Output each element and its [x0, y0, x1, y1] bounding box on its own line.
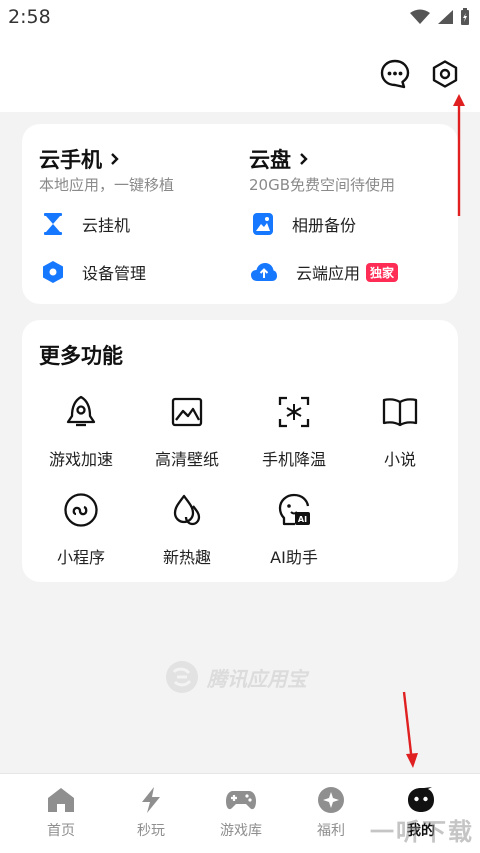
- nav-welfare[interactable]: 福利: [283, 786, 379, 840]
- more-features-title: 更多功能: [39, 344, 123, 368]
- feature-mini-program[interactable]: 小程序: [31, 490, 131, 568]
- feature-new-fun[interactable]: 新热趣: [137, 490, 237, 568]
- status-icons: [410, 8, 470, 26]
- snowflake-frame-icon: [278, 396, 310, 428]
- cloud-upload-icon: [251, 263, 277, 281]
- gamepad-icon: [226, 791, 256, 810]
- mini-program-icon: [64, 493, 98, 527]
- cloud-hangup-label: 云挂机: [82, 216, 131, 235]
- settings-hexagon-icon: [432, 60, 458, 88]
- status-bar: 2:58: [0, 0, 480, 36]
- lightning-icon: [142, 787, 160, 813]
- feature-phone-cooling-label: 手机降温: [261, 450, 326, 469]
- chevron-right-icon: [300, 153, 308, 165]
- tencent-watermark-text: 腾讯应用宝: [207, 666, 307, 691]
- corner-watermark: 一听下载: [370, 818, 474, 846]
- status-time: 2:58: [8, 6, 51, 28]
- message-button[interactable]: [375, 54, 415, 94]
- svg-text:AI: AI: [298, 515, 307, 524]
- nav-game-library[interactable]: 游戏库: [193, 786, 289, 840]
- feature-novel[interactable]: 小说: [350, 392, 450, 470]
- cloud-disk-title-text: 云盘: [249, 148, 291, 172]
- wifi-icon: [410, 9, 430, 24]
- ai-assistant-icon: AI: [278, 493, 310, 526]
- device-management-label: 设备管理: [82, 264, 147, 283]
- cloud-services-card: 云手机 本地应用，一键移植 云盘 20GB免费空间待使用 云挂机 相册备份 设备…: [22, 124, 458, 304]
- cloud-phone-title[interactable]: 云手机: [39, 144, 120, 174]
- tencent-appstore-logo-icon: [166, 661, 198, 693]
- nav-instant-play[interactable]: 秒玩: [103, 786, 199, 840]
- sparkle-circle-icon: [318, 787, 344, 813]
- tencent-watermark: 腾讯应用宝: [165, 660, 307, 694]
- signal-icon: [438, 10, 453, 24]
- photo-album-icon: [253, 213, 273, 235]
- album-backup-label: 相册备份: [292, 216, 357, 235]
- image-icon: [171, 397, 203, 427]
- feature-hd-wallpaper[interactable]: 高清壁纸: [137, 392, 237, 470]
- cloud-hangup-item[interactable]: 云挂机: [42, 212, 130, 236]
- nav-home[interactable]: 首页: [13, 786, 109, 840]
- rocket-icon: [66, 395, 96, 427]
- home-icon: [48, 788, 74, 812]
- book-icon: [382, 398, 418, 427]
- cloud-phone-subtitle: 本地应用，一键移植: [39, 176, 175, 194]
- red-arrow-down-icon: [402, 691, 418, 768]
- top-bar: [0, 36, 480, 112]
- chevron-right-icon: [111, 153, 119, 165]
- feature-new-fun-label: 新热趣: [162, 548, 211, 567]
- cloud-disk-subtitle: 20GB免费空间待使用: [249, 176, 396, 194]
- feature-phone-cooling[interactable]: 手机降温: [244, 392, 344, 470]
- feature-game-boost[interactable]: 游戏加速: [31, 392, 131, 470]
- nav-home-label: 首页: [47, 823, 75, 839]
- chat-bubble-icon: [380, 59, 410, 89]
- cloud-phone-title-text: 云手机: [39, 148, 102, 172]
- drops-icon: [173, 494, 201, 526]
- feature-hd-wallpaper-label: 高清壁纸: [154, 450, 219, 469]
- album-backup-item[interactable]: 相册备份: [252, 212, 356, 236]
- battery-icon: [461, 8, 469, 25]
- settings-button[interactable]: [425, 54, 465, 94]
- feature-novel-label: 小说: [383, 450, 416, 469]
- more-features-card: 更多功能 游戏加速 高清壁纸 手机降温 小说 小程序 新热趣 AI AI助手: [22, 320, 458, 582]
- feature-ai-assistant[interactable]: AI AI助手: [244, 490, 344, 568]
- nav-welfare-label: 福利: [317, 823, 345, 839]
- mine-face-icon: [408, 787, 434, 812]
- nav-instant-play-label: 秒玩: [137, 823, 165, 839]
- cloud-apps-label: 云端应用: [296, 264, 361, 283]
- nav-game-library-label: 游戏库: [220, 823, 262, 839]
- feature-ai-assistant-label: AI助手: [270, 548, 318, 567]
- feature-mini-program-label: 小程序: [56, 548, 105, 567]
- feature-game-boost-label: 游戏加速: [48, 450, 113, 469]
- hourglass-icon: [44, 213, 62, 235]
- device-management-item[interactable]: 设备管理: [42, 260, 146, 284]
- device-hexagon-icon: [43, 261, 63, 283]
- cloud-disk-title[interactable]: 云盘: [249, 144, 309, 174]
- cloud-apps-item[interactable]: 云端应用 独家: [250, 260, 399, 284]
- red-arrow-up-icon: [453, 94, 465, 216]
- exclusive-badge: 独家: [366, 262, 399, 282]
